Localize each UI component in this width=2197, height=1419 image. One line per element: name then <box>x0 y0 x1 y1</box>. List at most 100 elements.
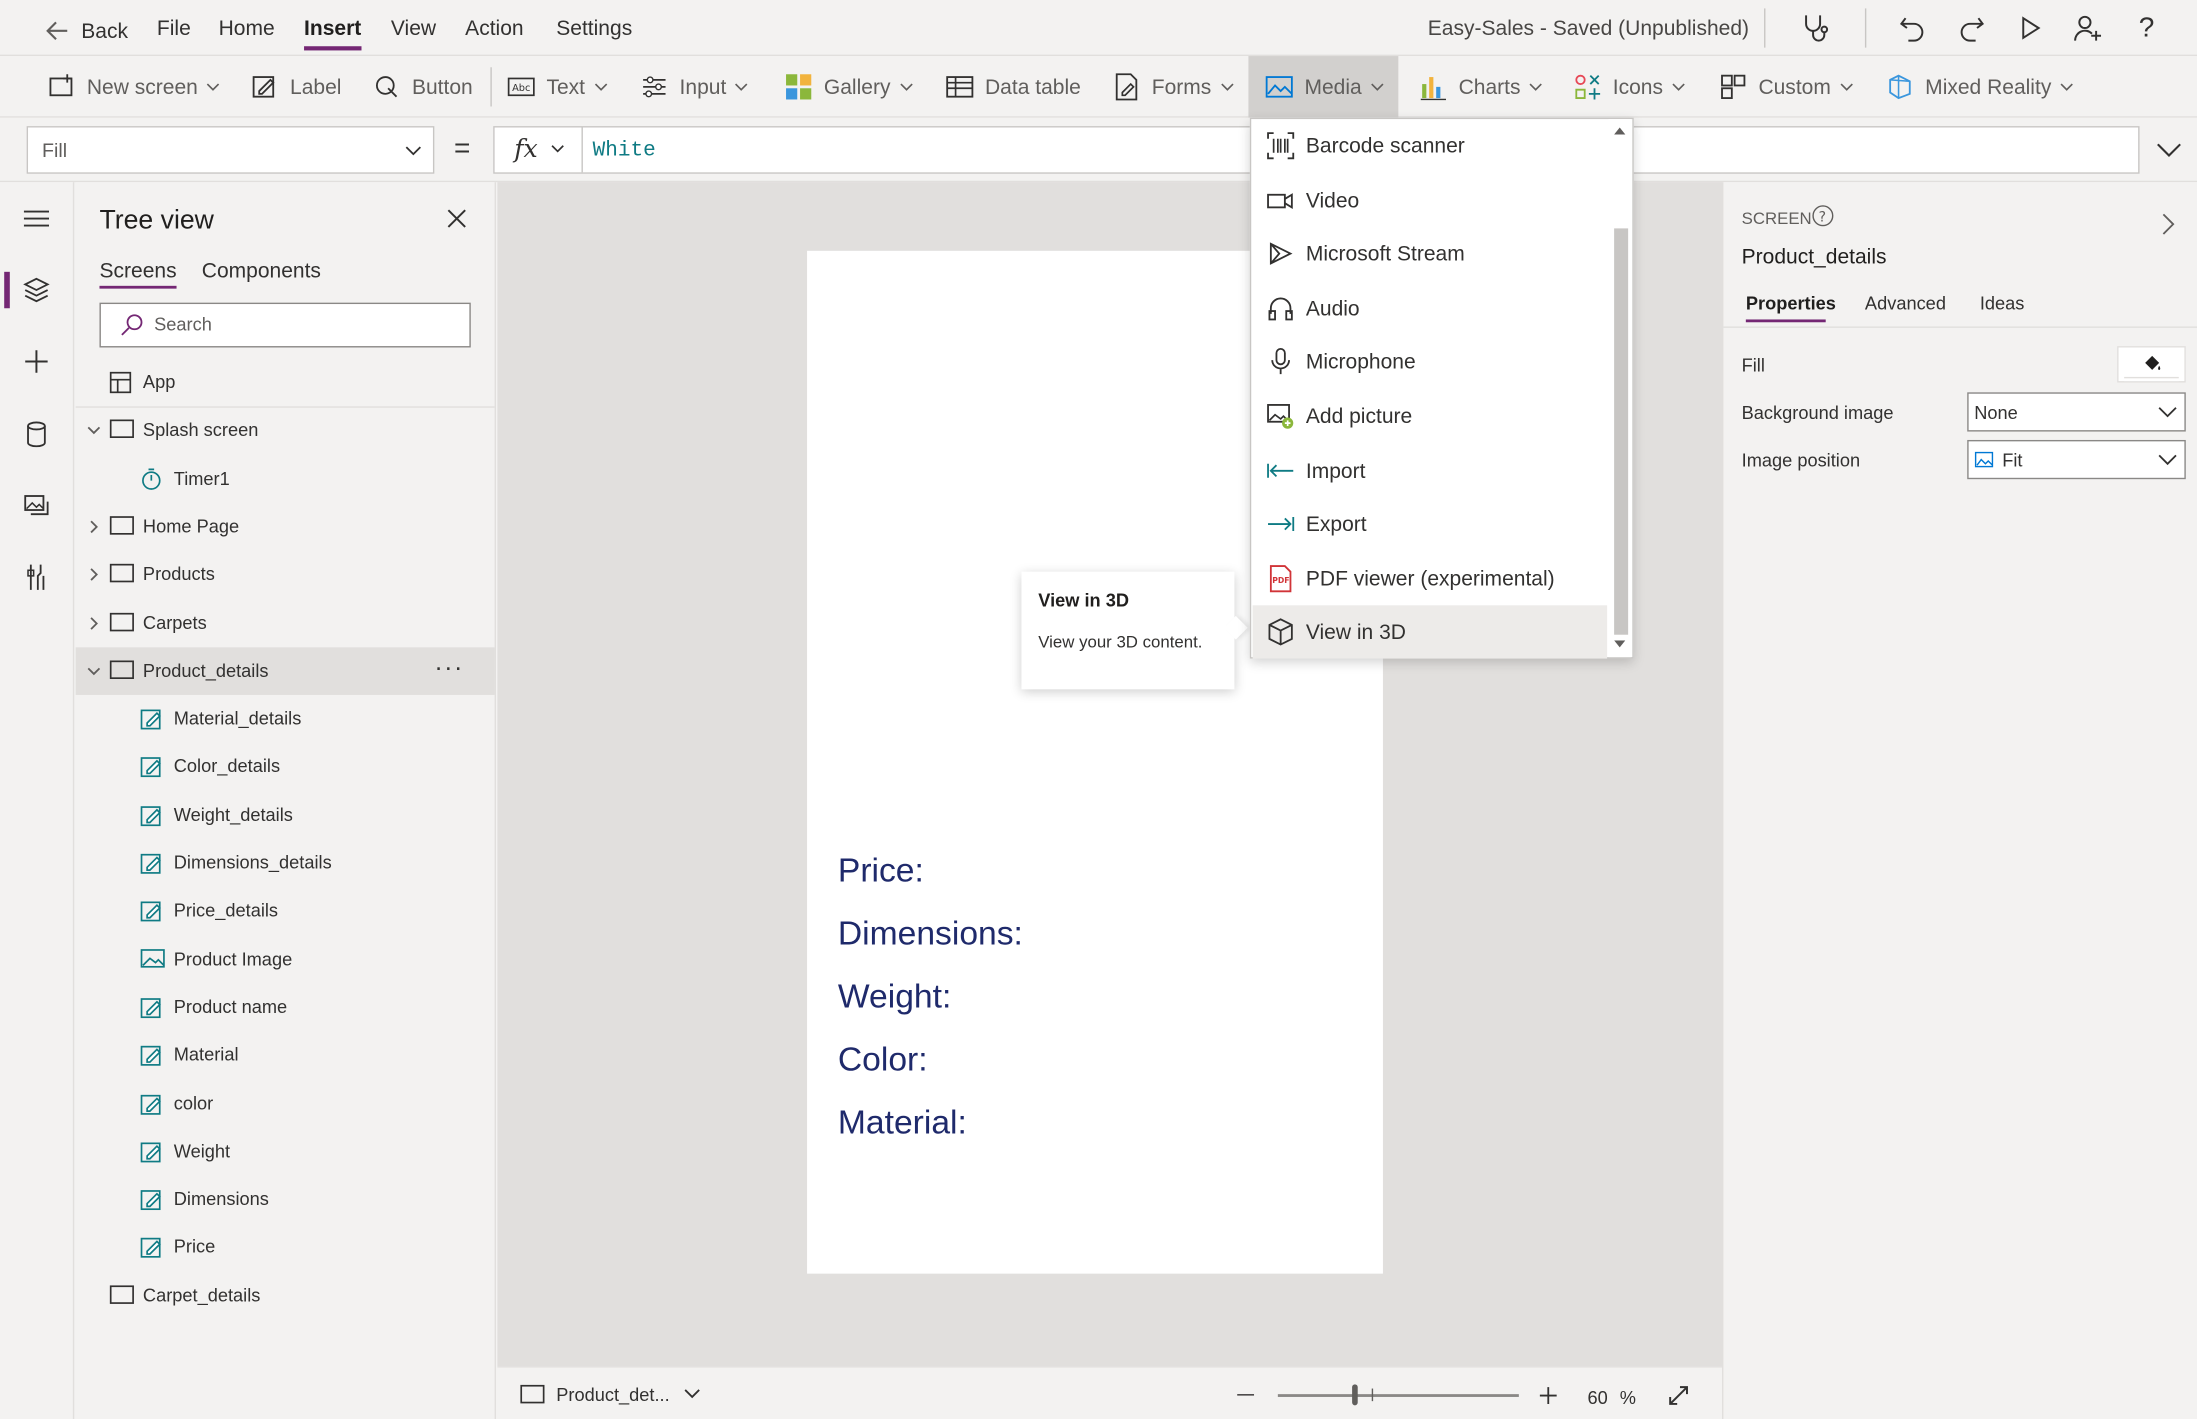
menu-action[interactable]: Action <box>465 17 523 41</box>
chevron-right-icon[interactable] <box>87 568 101 582</box>
back-button[interactable]: Back <box>45 17 128 45</box>
fill-color-picker[interactable] <box>2117 346 2186 383</box>
media-menu-item-pdf-viewer-experimental[interactable]: PDF PDF viewer (experimental) <box>1253 552 1607 605</box>
close-icon[interactable] <box>446 207 468 229</box>
ribbon-data-table[interactable]: Data table <box>946 56 1081 118</box>
menu-settings[interactable]: Settings <box>556 17 632 41</box>
add-icon[interactable] <box>20 345 54 379</box>
search-input[interactable]: Search <box>99 302 471 348</box>
share-user-icon[interactable] <box>2071 11 2105 45</box>
media-menu-item-barcode-scanner[interactable]: Barcode scanner <box>1253 119 1607 172</box>
tree-node-timer1[interactable]: Timer1 <box>76 455 495 503</box>
scrollbar-thumb[interactable] <box>1614 228 1629 635</box>
zoom-in-icon[interactable] <box>1538 1386 1558 1406</box>
canvas-label-weight[interactable]: Weight: <box>838 978 951 1017</box>
tab-properties[interactable]: Properties <box>1746 293 1836 314</box>
chevron-right-icon[interactable] <box>87 616 101 630</box>
media-menu-item-add-picture[interactable]: Add picture <box>1253 390 1607 443</box>
media-menu-item-microphone[interactable]: Microphone <box>1253 335 1607 388</box>
zoom-out-icon[interactable] <box>1237 1394 1255 1396</box>
ribbon-media[interactable]: Media <box>1248 56 1399 118</box>
tree-node-carpet-details[interactable]: Carpet_details <box>76 1272 495 1320</box>
ribbon-input[interactable]: Input <box>640 56 748 118</box>
tab-screens[interactable]: Screens <box>99 259 177 289</box>
media-menu-item-video[interactable]: Video <box>1253 173 1607 226</box>
tab-advanced[interactable]: Advanced <box>1865 293 1946 314</box>
tree-node-weight[interactable]: Weight <box>76 1128 495 1176</box>
ribbon-label-control[interactable]: Label <box>251 56 341 118</box>
tree-node-carpets[interactable]: Carpets <box>76 599 495 647</box>
tree-node-price[interactable]: Price <box>76 1224 495 1272</box>
tree-node-material[interactable]: Material <box>76 1032 495 1080</box>
scroll-down-icon[interactable] <box>1613 640 1627 648</box>
zoom-slider[interactable] <box>1277 1394 1519 1397</box>
collapse-panel-icon[interactable] <box>2161 213 2175 235</box>
ribbon-charts[interactable]: Charts <box>1419 56 1543 118</box>
menu-insert[interactable]: Insert <box>304 17 361 51</box>
image-position-dropdown[interactable]: Fit <box>1967 439 2186 480</box>
tree-node-weight-details[interactable]: Weight_details <box>76 791 495 839</box>
canvas-label-price[interactable]: Price: <box>838 852 924 891</box>
help-icon[interactable]: ? <box>2130 11 2164 45</box>
ribbon-mixed-reality[interactable]: Mixed Reality <box>1886 56 2074 118</box>
tree-node-material-details[interactable]: Material_details <box>76 695 495 743</box>
tree-node-dimensions-details[interactable]: Dimensions_details <box>76 839 495 887</box>
zoom-value[interactable]: 60 <box>1588 1387 1608 1408</box>
tree-node-product-name[interactable]: Product name <box>76 983 495 1031</box>
media-menu-item-view-in-3d[interactable]: View in 3D <box>1252 605 1608 660</box>
ribbon-icons[interactable]: Icons <box>1573 56 1685 118</box>
property-select[interactable]: Fill <box>26 126 435 174</box>
canvas-label-color[interactable]: Color: <box>838 1041 928 1080</box>
chevron-down-icon[interactable] <box>87 424 101 438</box>
tab-ideas[interactable]: Ideas <box>1980 293 2025 314</box>
ribbon-new-screen[interactable]: New screen <box>48 56 221 118</box>
layers-icon[interactable] <box>20 273 54 307</box>
fx-icon[interactable]: fx <box>514 135 538 164</box>
database-icon[interactable] <box>20 418 54 452</box>
chevron-down-icon[interactable] <box>87 664 101 678</box>
tools-icon[interactable] <box>20 560 54 594</box>
background-image-dropdown[interactable]: None <box>1967 392 2186 432</box>
tree-node-color-details[interactable]: Color_details <box>76 743 495 791</box>
media-library-icon[interactable] <box>20 489 54 523</box>
tree-node-home-page[interactable]: Home Page <box>76 503 495 551</box>
tree-node-products[interactable]: Products <box>76 551 495 599</box>
media-menu-item-export[interactable]: Export <box>1253 498 1607 551</box>
menu-scrollbar[interactable] <box>1608 119 1631 658</box>
menu-file[interactable]: File <box>157 17 191 41</box>
expand-formula-icon[interactable] <box>2155 142 2183 159</box>
screen-selector[interactable]: Product_det... <box>520 1380 701 1408</box>
undo-icon[interactable] <box>1896 11 1930 45</box>
tree-node-app[interactable]: App <box>76 359 495 407</box>
tree-node-splash-screen[interactable]: Splash screen <box>76 407 495 455</box>
image-icon <box>1974 451 1994 468</box>
media-menu-item-microsoft-stream[interactable]: Microsoft Stream <box>1253 227 1607 280</box>
scroll-up-icon[interactable] <box>1613 126 1627 135</box>
media-menu-item-audio[interactable]: Audio <box>1253 281 1607 334</box>
ribbon-custom[interactable]: Custom <box>1719 56 1853 118</box>
ribbon-forms[interactable]: Forms <box>1113 56 1234 118</box>
help-circle-icon[interactable]: ? <box>1812 205 1834 227</box>
zoom-slider-thumb[interactable] <box>1352 1384 1358 1406</box>
ribbon-text[interactable]: Abc Text <box>507 56 607 118</box>
tab-components[interactable]: Components <box>202 259 321 283</box>
redo-icon[interactable] <box>1955 11 1989 45</box>
tree-node-dimensions[interactable]: Dimensions <box>76 1176 495 1224</box>
ribbon-gallery[interactable]: Gallery <box>785 56 913 118</box>
tree-node-product-image[interactable]: Product Image <box>76 935 495 983</box>
tree-node-price-details[interactable]: Price_details <box>76 887 495 935</box>
tree-node-product-details[interactable]: Product_details ··· <box>75 647 495 695</box>
menu-home[interactable]: Home <box>219 17 275 41</box>
more-options-icon[interactable]: ··· <box>434 653 463 682</box>
canvas-label-dimensions[interactable]: Dimensions: <box>838 915 1023 954</box>
canvas-label-material[interactable]: Material: <box>838 1104 967 1143</box>
ribbon-button-control[interactable]: Button <box>373 56 473 118</box>
fit-to-window-icon[interactable] <box>1667 1384 1689 1406</box>
media-menu-item-import[interactable]: Import <box>1253 444 1607 497</box>
app-checker-icon[interactable] <box>1798 11 1832 45</box>
hamburger-icon[interactable] <box>20 202 54 236</box>
tree-node-color[interactable]: color <box>76 1080 495 1128</box>
chevron-right-icon[interactable] <box>87 520 101 534</box>
play-icon[interactable] <box>2013 11 2047 45</box>
menu-view[interactable]: View <box>391 17 436 41</box>
